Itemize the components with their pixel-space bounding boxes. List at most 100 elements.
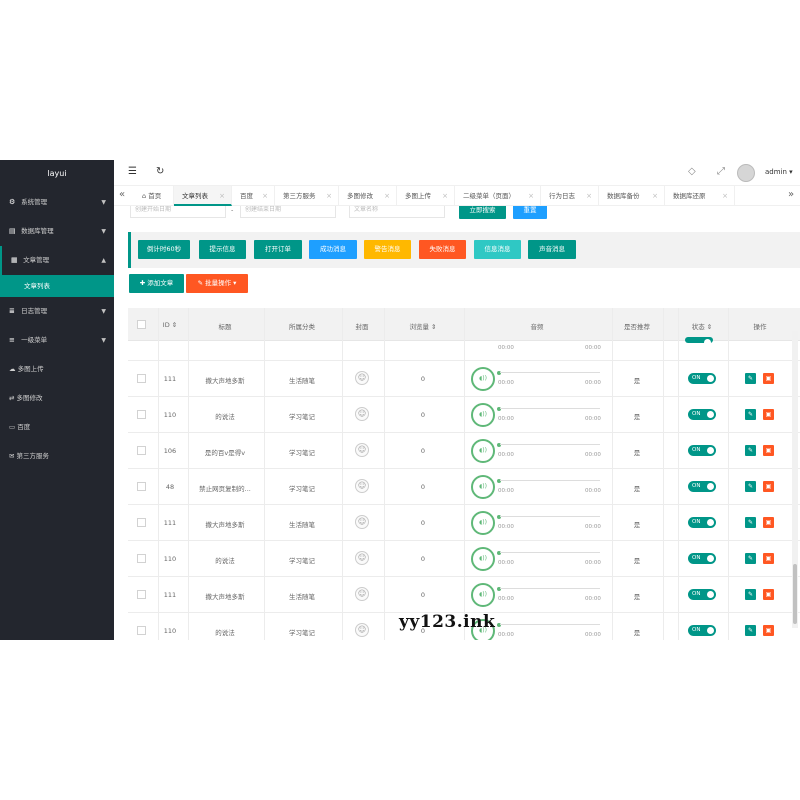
row-checkbox[interactable] bbox=[137, 554, 146, 563]
tab-scroll-left-icon[interactable]: « bbox=[119, 189, 125, 200]
error-message-button[interactable]: 失败消息 bbox=[419, 240, 466, 259]
tab-third-party[interactable]: 第三方服务 × bbox=[275, 186, 339, 206]
audio-play-icon[interactable]: ◖)) bbox=[471, 475, 495, 499]
success-message-button[interactable]: 成功消息 bbox=[309, 240, 357, 259]
row-checkbox[interactable] bbox=[137, 518, 146, 527]
audio-play-icon[interactable]: ◖)) bbox=[471, 511, 495, 535]
status-switch[interactable]: ON bbox=[688, 625, 716, 636]
row-checkbox[interactable] bbox=[137, 446, 146, 455]
row-checkbox[interactable] bbox=[137, 410, 146, 419]
search-button[interactable]: 立即搜索 bbox=[459, 206, 506, 219]
table-scrollbar-thumb[interactable] bbox=[793, 564, 797, 624]
menu-toggle-icon[interactable]: ☰ bbox=[128, 166, 137, 177]
delete-icon[interactable]: ▣ bbox=[763, 481, 774, 492]
delete-icon[interactable]: ▣ bbox=[763, 517, 774, 528]
close-icon[interactable]: × bbox=[384, 186, 390, 206]
close-icon[interactable]: × bbox=[528, 186, 534, 206]
reset-button[interactable]: 重置 bbox=[513, 206, 547, 219]
edit-icon[interactable]: ✎ bbox=[745, 553, 756, 564]
cover-thumbnail[interactable]: ☺ bbox=[355, 479, 369, 493]
tab-secondary-menu[interactable]: 二级菜单（页面） × bbox=[455, 186, 541, 206]
tab-article-list[interactable]: 文章列表 × bbox=[174, 186, 232, 206]
row-checkbox[interactable] bbox=[137, 482, 146, 491]
sidebar-subitem-article-list[interactable]: 文章列表 bbox=[0, 275, 114, 297]
delete-icon[interactable]: ▣ bbox=[763, 409, 774, 420]
audio-progress-bar[interactable] bbox=[500, 552, 600, 553]
close-icon[interactable]: × bbox=[652, 186, 658, 206]
open-order-button[interactable]: 打开订单 bbox=[254, 240, 302, 259]
edit-icon[interactable]: ✎ bbox=[745, 589, 756, 600]
tab-scroll-right-icon[interactable]: » bbox=[788, 189, 794, 200]
edit-icon[interactable]: ✎ bbox=[745, 625, 756, 636]
th-id[interactable]: ID ⇕ bbox=[158, 321, 182, 329]
cover-thumbnail[interactable]: ☺ bbox=[355, 623, 369, 637]
sidebar-item-log[interactable]: ≣ 日志管理 ▼ bbox=[0, 297, 114, 326]
close-icon[interactable]: × bbox=[586, 186, 592, 206]
tab-home[interactable]: ⌂ 首页 bbox=[134, 186, 174, 206]
tab-multi-edit[interactable]: 多图修改 × bbox=[339, 186, 397, 206]
audio-play-icon[interactable]: ◖)) bbox=[471, 367, 495, 391]
audio-play-icon[interactable]: ◖)) bbox=[471, 547, 495, 571]
th-views[interactable]: 浏览量 ⇕ bbox=[384, 321, 462, 331]
row-checkbox[interactable] bbox=[137, 590, 146, 599]
add-article-button[interactable]: ✚ 添加文章 bbox=[129, 274, 184, 293]
close-icon[interactable]: × bbox=[262, 186, 268, 206]
tab-db-restore[interactable]: 数据库还原 × bbox=[665, 186, 735, 206]
audio-progress-bar[interactable] bbox=[500, 516, 600, 517]
sidebar-item-third-party[interactable]: ✉ 第三方服务 bbox=[0, 442, 114, 471]
edit-icon[interactable]: ✎ bbox=[745, 481, 756, 492]
warning-message-button[interactable]: 警告消息 bbox=[364, 240, 411, 259]
delete-icon[interactable]: ▣ bbox=[763, 373, 774, 384]
sidebar-item-article[interactable]: ▦ 文章管理 ▲ bbox=[0, 246, 114, 275]
refresh-icon[interactable]: ↻ bbox=[156, 166, 164, 177]
row-checkbox[interactable] bbox=[137, 626, 146, 635]
close-icon[interactable]: × bbox=[219, 186, 225, 206]
delete-icon[interactable]: ▣ bbox=[763, 553, 774, 564]
cover-thumbnail[interactable]: ☺ bbox=[355, 515, 369, 529]
audio-progress-bar[interactable] bbox=[500, 444, 600, 445]
audio-progress-bar[interactable] bbox=[500, 624, 600, 625]
status-switch[interactable]: ON bbox=[688, 517, 716, 528]
audio-progress-bar[interactable] bbox=[500, 588, 600, 589]
edit-icon[interactable]: ✎ bbox=[745, 373, 756, 384]
close-icon[interactable]: × bbox=[722, 186, 728, 206]
info-message-button[interactable]: 信息消息 bbox=[474, 240, 521, 259]
user-menu[interactable]: admin ▾ bbox=[765, 168, 793, 176]
cover-thumbnail[interactable]: ☺ bbox=[355, 371, 369, 385]
sidebar-item-multi-edit[interactable]: ⇄ 多图修改 bbox=[0, 384, 114, 413]
tab-db-backup[interactable]: 数据库备份 × bbox=[599, 186, 665, 206]
delete-icon[interactable]: ▣ bbox=[763, 589, 774, 600]
sound-message-button[interactable]: 声音消息 bbox=[528, 240, 576, 259]
audio-play-icon[interactable]: ◖)) bbox=[471, 583, 495, 607]
status-switch[interactable]: ON bbox=[688, 553, 716, 564]
end-date-input[interactable]: 创建结束日期 bbox=[240, 206, 336, 218]
edit-icon[interactable]: ✎ bbox=[745, 517, 756, 528]
edit-icon[interactable]: ✎ bbox=[745, 409, 756, 420]
status-switch[interactable] bbox=[685, 337, 713, 346]
status-switch[interactable]: ON bbox=[688, 409, 716, 420]
audio-progress-bar[interactable] bbox=[500, 480, 600, 481]
start-date-input[interactable]: 创建开始日期 bbox=[130, 206, 226, 218]
tag-icon[interactable]: ◇ bbox=[688, 166, 696, 177]
sidebar-item-multi-upload[interactable]: ☁ 多图上传 bbox=[0, 355, 114, 384]
sidebar-item-baidu[interactable]: ▭ 百度 bbox=[0, 413, 114, 442]
title-search-input[interactable]: 文章名称 bbox=[349, 206, 445, 218]
close-icon[interactable]: × bbox=[442, 186, 448, 206]
audio-progress-bar[interactable] bbox=[500, 408, 600, 409]
audio-play-icon[interactable]: ◖)) bbox=[471, 403, 495, 427]
delete-icon[interactable]: ▣ bbox=[763, 445, 774, 456]
select-all-checkbox[interactable] bbox=[137, 320, 146, 329]
audio-play-icon[interactable]: ◖)) bbox=[471, 439, 495, 463]
audio-progress-bar[interactable] bbox=[500, 372, 600, 373]
sidebar-item-system[interactable]: ⚙ 系统管理 ▼ bbox=[0, 188, 114, 217]
status-switch[interactable]: ON bbox=[688, 481, 716, 492]
status-switch[interactable]: ON bbox=[688, 445, 716, 456]
countdown-button[interactable]: 倒计时60秒 bbox=[138, 240, 190, 259]
delete-icon[interactable]: ▣ bbox=[763, 625, 774, 636]
close-icon[interactable]: × bbox=[326, 186, 332, 206]
cover-thumbnail[interactable]: ☺ bbox=[355, 587, 369, 601]
batch-operation-button[interactable]: ✎ 批量操作 ▾ bbox=[186, 274, 248, 293]
row-checkbox[interactable] bbox=[137, 374, 146, 383]
fullscreen-icon[interactable]: ⤢ bbox=[717, 166, 725, 177]
cover-thumbnail[interactable]: ☺ bbox=[355, 407, 369, 421]
